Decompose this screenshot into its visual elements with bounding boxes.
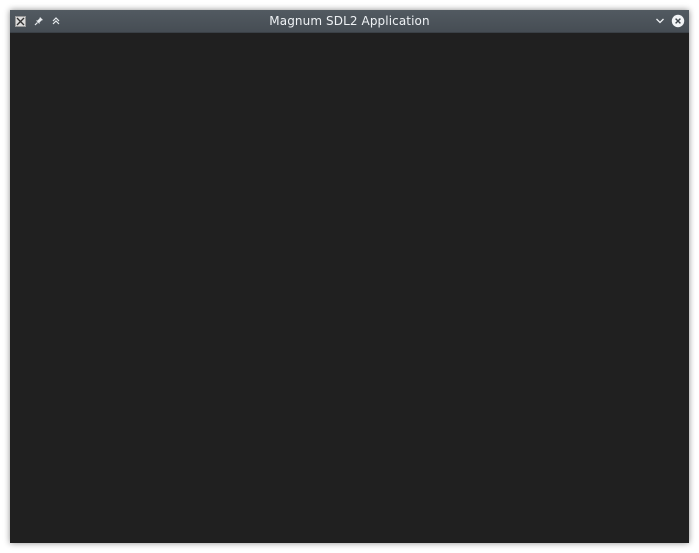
window-title: Magnum SDL2 Application: [269, 14, 430, 28]
app-window: Magnum SDL2 Application: [10, 10, 689, 543]
title-bar[interactable]: Magnum SDL2 Application: [10, 10, 689, 33]
render-canvas[interactable]: [10, 33, 689, 543]
close-icon[interactable]: [671, 10, 685, 32]
chevron-down-icon[interactable]: [653, 10, 667, 32]
